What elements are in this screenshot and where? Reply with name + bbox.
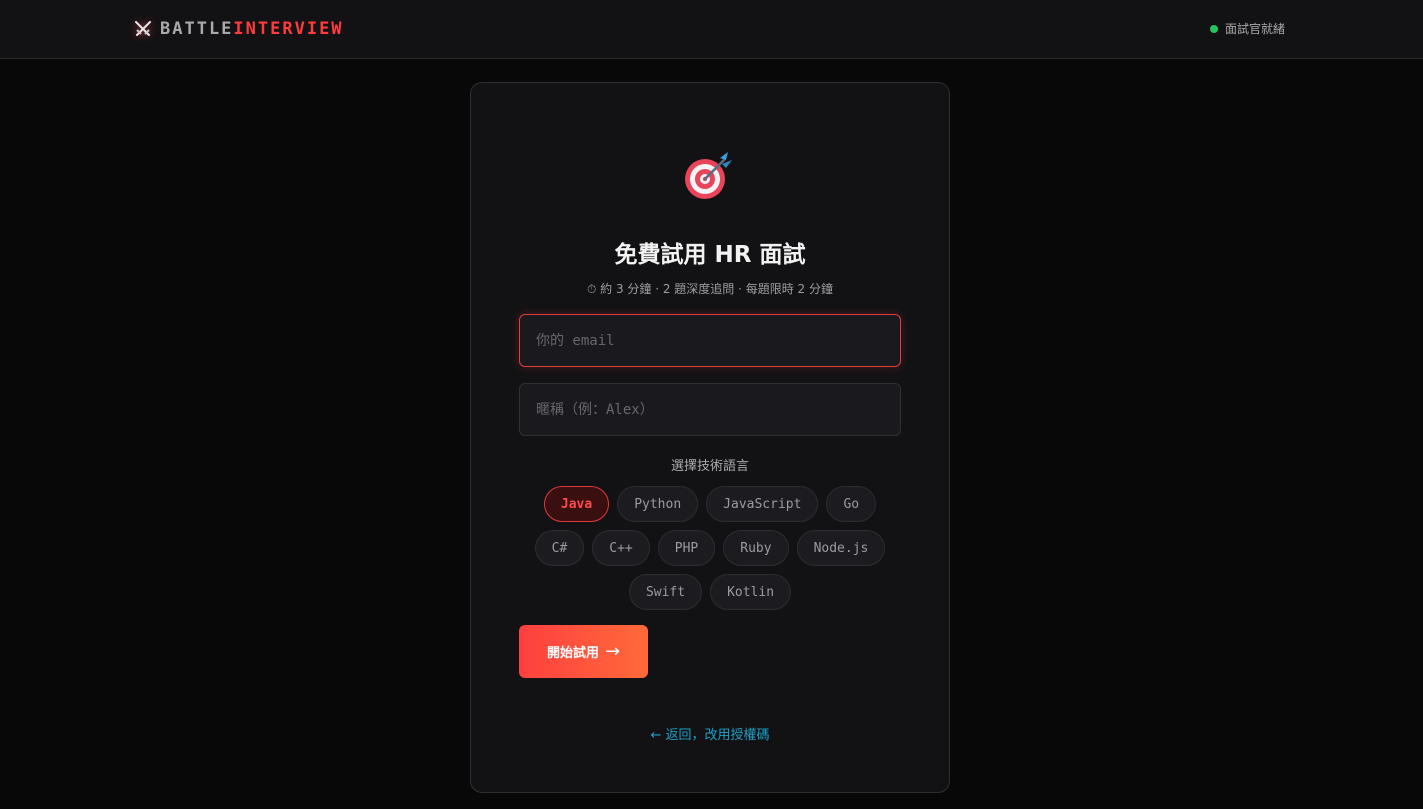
language-chip-cpp[interactable]: C++	[592, 530, 650, 566]
language-chip-nodejs[interactable]: Node.js	[796, 530, 886, 566]
page-title: 免費試用 HR 面試	[614, 242, 806, 268]
language-chip-java[interactable]: Java	[543, 486, 610, 522]
interviewer-status: 面試官就緒	[1209, 20, 1285, 37]
language-chip-ruby[interactable]: Ruby	[723, 530, 789, 566]
language-chip-python[interactable]: Python	[617, 486, 699, 522]
language-chip-kotlin[interactable]: Kotlin	[710, 574, 792, 610]
language-chip-go[interactable]: Go	[826, 486, 877, 522]
trial-card: 免費試用 HR 面試 ⏱ 約 3 分鐘 · 2 題深度追問 · 每題限時 2 分…	[470, 82, 950, 793]
brand-logo[interactable]: BATTLEINTERVIEW	[132, 17, 344, 41]
top-bar: BATTLEINTERVIEW 面試官就緒	[0, 0, 1423, 59]
start-trial-label: 開始試用	[546, 646, 599, 661]
language-chip-swift[interactable]: Swift	[628, 574, 703, 610]
email-input[interactable]	[519, 314, 901, 367]
language-chip-csharp[interactable]: C#	[534, 530, 585, 566]
language-row-2: C# C++ PHP Ruby Node.js	[471, 530, 949, 566]
language-label: 選擇技術語言	[670, 459, 749, 474]
language-row-1: Java Python JavaScript Go	[471, 486, 949, 522]
brand-name-battle: BATTLE	[160, 19, 234, 39]
language-chip-php[interactable]: PHP	[657, 530, 716, 566]
status-text: 面試官就緒	[1224, 22, 1285, 36]
language-chip-javascript[interactable]: JavaScript	[706, 486, 819, 522]
trial-info: ⏱ 約 3 分鐘 · 2 題深度追問 · 每題限時 2 分鐘	[586, 282, 834, 296]
status-dot-icon	[1209, 24, 1218, 33]
brand-name-interview: INTERVIEW	[233, 19, 344, 39]
brand-name: BATTLEINTERVIEW	[160, 19, 344, 39]
back-to-license-link[interactable]: ← 返回，改用授權碼	[471, 724, 949, 743]
crossed-swords-icon	[132, 18, 154, 40]
target-dart-icon	[683, 149, 735, 201]
nickname-input[interactable]	[519, 383, 901, 436]
start-trial-button[interactable]: 開始試用 →	[519, 625, 648, 678]
arrow-right-icon: →	[604, 641, 621, 662]
language-row-3: Swift Kotlin	[471, 574, 949, 610]
